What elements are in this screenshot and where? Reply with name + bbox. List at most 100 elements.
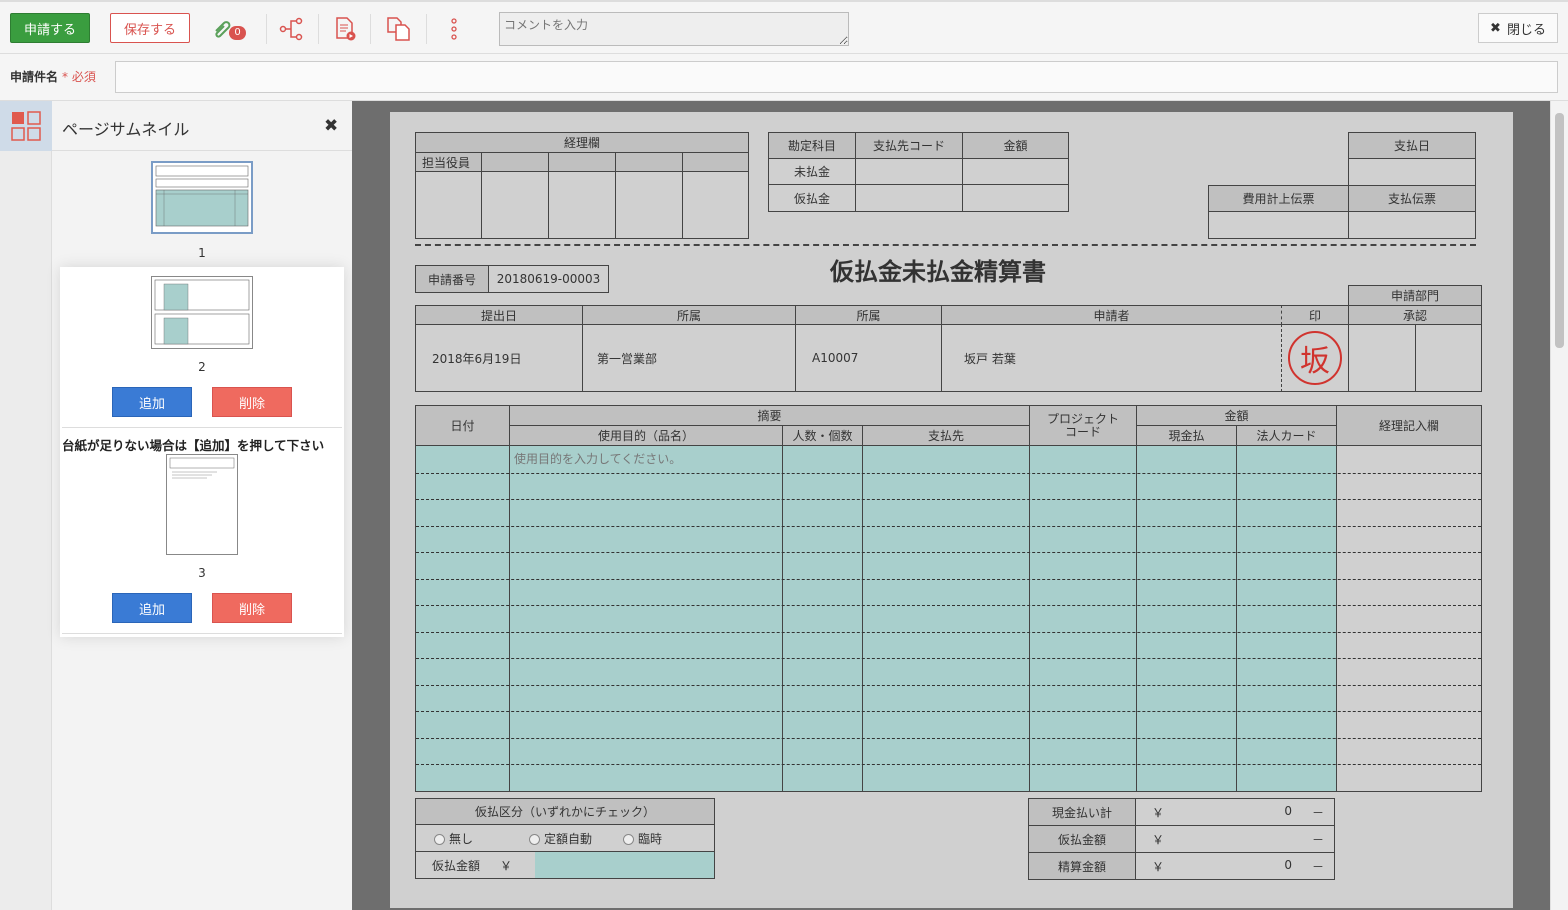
form-title: 仮払金未払金精算書 <box>830 257 1046 286</box>
apply-button[interactable]: 申請する <box>10 13 90 43</box>
viewer-scrollbar[interactable] <box>1550 101 1568 910</box>
option-label: 無し <box>449 831 474 846</box>
purpose-header: 使用目的（品名） <box>509 425 783 446</box>
document-preview-icon[interactable] <box>330 14 360 44</box>
workflow-route-icon[interactable] <box>276 14 306 44</box>
approval-stamp-cell[interactable] <box>1415 324 1482 392</box>
total-label: 仮払金額 <box>1028 825 1136 853</box>
close-icon: ✖ <box>1490 20 1501 36</box>
advance-amount-input[interactable] <box>535 852 714 878</box>
detail-input-area[interactable] <box>416 446 1336 791</box>
panel-header: ページサムネイル ✖ <box>52 101 352 151</box>
page-thumbnail-3[interactable] <box>166 454 238 555</box>
accounting-col-header <box>548 152 616 172</box>
yen-symbol: ￥ <box>500 858 513 873</box>
row-separator <box>416 685 1481 686</box>
panel-close-icon[interactable]: ✖ <box>324 116 338 136</box>
summary-header: 摘要 <box>509 405 1030 426</box>
subject-input[interactable] <box>115 61 1558 93</box>
total-value: ￥ 0 － <box>1135 852 1335 880</box>
thumbnail-grid-icon <box>11 111 41 141</box>
delete-page-button[interactable]: 削除 <box>212 593 292 623</box>
expense-voucher-field[interactable] <box>1208 211 1349 239</box>
yen-symbol: ￥ <box>1152 832 1165 847</box>
close-label: 閉じる <box>1506 22 1546 38</box>
accounting-col-header <box>481 152 549 172</box>
save-button[interactable]: 保存する <box>110 13 190 43</box>
application-number-value: 20180619-00003 <box>488 265 609 293</box>
payment-date-field[interactable] <box>1348 158 1476 186</box>
page-thumbnail-panel: ページサムネイル ✖ 1 2 追加 削除 台紙が足りない場合は【追加】を押して下… <box>52 101 352 910</box>
expense-voucher-header: 費用計上伝票 <box>1208 185 1349 212</box>
cut-line <box>415 244 1476 246</box>
accounting-entry-header: 経理記入欄 <box>1336 405 1482 446</box>
accounting-stamp-cell[interactable] <box>481 171 549 239</box>
advance-type-options: 無し 定額自動 臨時 <box>415 824 715 852</box>
account-subject-header: 勘定科目 <box>768 132 856 159</box>
option-label: 定額自動 <box>544 831 593 846</box>
seal-header: 印 <box>1281 305 1349 325</box>
row-separator <box>416 711 1481 712</box>
delete-page-button[interactable]: 削除 <box>212 387 292 417</box>
project-code-header: プロジェクト コード <box>1029 405 1137 446</box>
advance-option-temporary[interactable]: 臨時 <box>623 830 662 847</box>
add-page-button[interactable]: 追加 <box>112 593 192 623</box>
scrollbar-thumb[interactable] <box>1555 113 1564 348</box>
row-separator <box>416 499 1481 500</box>
amount-dash: － <box>1311 832 1324 847</box>
radio-icon <box>529 833 540 845</box>
form-page: 経理欄 担当役員 勘定科目 支払先コード 金額 未払金 仮払金 支払日 費用計上… <box>390 112 1513 908</box>
attachment-count-badge: 0 <box>229 26 246 40</box>
thumbnail-tab[interactable] <box>0 101 52 151</box>
row-separator <box>416 579 1481 580</box>
approval-stamp-cell[interactable] <box>1348 324 1416 392</box>
page-number-3: 3 <box>198 566 206 580</box>
page-2-preview <box>154 279 250 345</box>
advance-option-none[interactable]: 無し <box>434 830 529 847</box>
project-header-line1: プロジェクト <box>1046 411 1119 426</box>
advance-payee-code[interactable] <box>855 184 963 212</box>
amount-dash: － <box>1311 805 1324 820</box>
total-amount: 0 － <box>1284 858 1324 875</box>
payment-voucher-field[interactable] <box>1348 211 1476 239</box>
accounting-stamp-cell[interactable] <box>682 171 749 239</box>
subject-bar: 申請件名 * 必須 <box>0 54 1568 101</box>
yen-symbol: ￥ <box>1152 859 1165 874</box>
row-separator <box>416 526 1481 527</box>
total-value: ￥ 0 － <box>1135 798 1335 826</box>
total-amount: － <box>1292 831 1324 848</box>
page-thumbnail-1[interactable] <box>151 161 253 234</box>
accounting-stamp-cell[interactable] <box>615 171 683 239</box>
department-value: 第一営業部 <box>582 324 796 392</box>
copy-document-icon[interactable] <box>384 14 414 44</box>
affiliation-code-header: 所属 <box>795 305 942 325</box>
row-separator <box>416 632 1481 633</box>
more-menu-icon[interactable] <box>439 14 469 44</box>
project-header-line2: コード <box>1064 424 1101 439</box>
unpaid-payee-code[interactable] <box>855 158 963 185</box>
accounting-stamp-cell[interactable] <box>415 171 482 239</box>
total-value: ￥ － <box>1135 825 1335 853</box>
applicant-department-header: 申請部門 <box>1348 285 1482 306</box>
page-3-preview <box>169 457 235 479</box>
card-header: 法人カード <box>1236 425 1337 446</box>
payee-header: 支払先 <box>862 425 1030 446</box>
comment-input[interactable] <box>499 12 849 46</box>
advance-amount-label: 仮払金額 <box>432 858 481 873</box>
row-separator <box>416 658 1481 659</box>
unpaid-amount[interactable] <box>962 158 1069 185</box>
advance-amount[interactable] <box>962 184 1069 212</box>
amount-dash: － <box>1311 859 1324 874</box>
subject-label: 申請件名 * 必須 <box>10 68 96 85</box>
accounting-stamp-cell[interactable] <box>548 171 616 239</box>
advance-option-fixed[interactable]: 定額自動 <box>529 830 623 847</box>
add-page-button[interactable]: 追加 <box>112 387 192 417</box>
close-button[interactable]: ✖ 閉じる <box>1478 13 1558 43</box>
cash-header: 現金払 <box>1136 425 1237 446</box>
page-number-2: 2 <box>198 360 206 374</box>
toolbar: 申請する 保存する 0 ✖ 閉じる <box>0 0 1568 54</box>
detail-rows: 使用目的を入力してください。 <box>415 445 1482 792</box>
required-mark: * 必須 <box>62 70 96 84</box>
row-separator <box>416 605 1481 606</box>
page-thumbnail-2[interactable] <box>151 276 253 349</box>
